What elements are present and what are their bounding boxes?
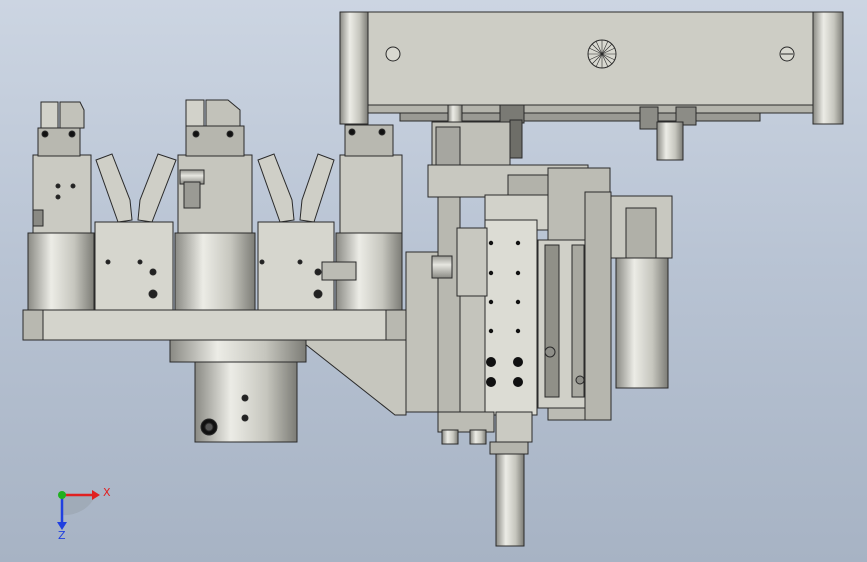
rotary-actuator: [169, 339, 307, 443]
gripper-1: [27, 101, 95, 311]
side-cylinder: [584, 191, 673, 421]
cad-viewport[interactable]: X Z: [0, 0, 867, 562]
lower-piston: [437, 411, 533, 547]
vertical-slide-assembly: [405, 121, 611, 421]
gripper-jaws-4: [257, 153, 335, 311]
x-axis-label: X: [103, 486, 111, 499]
top-mounting-plate: [339, 11, 844, 125]
y-axis-dot: [58, 491, 66, 499]
coordinate-triad: [57, 490, 100, 530]
gripper-3: [174, 99, 256, 311]
gripper-jaws-2: [94, 153, 177, 311]
triad-shadow: [62, 495, 96, 516]
z-axis-label: Z: [58, 529, 66, 542]
assembly-drawing: [22, 11, 844, 547]
